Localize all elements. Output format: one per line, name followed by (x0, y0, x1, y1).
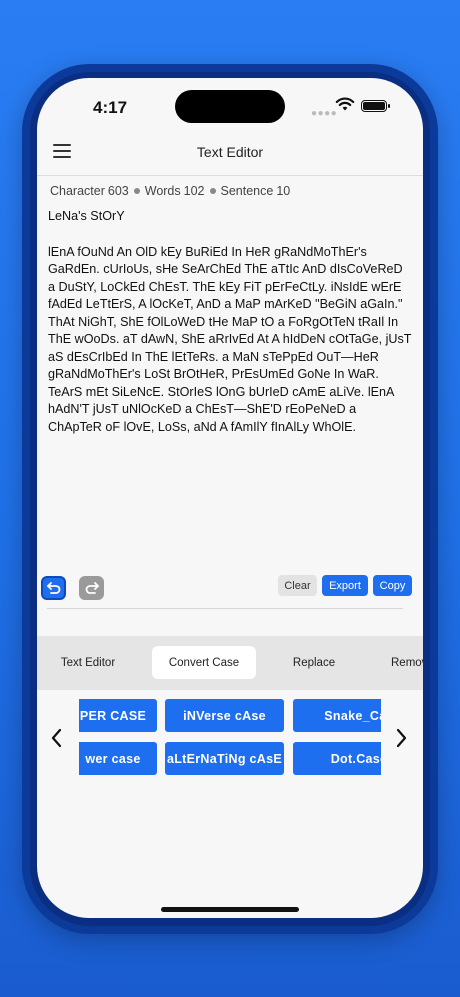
upper-case-button[interactable]: PER CASE (79, 699, 157, 732)
nav-bar: Text Editor (37, 134, 423, 176)
lower-case-label: wer case (85, 751, 141, 766)
dot-case-label: Dot.Case (330, 751, 381, 766)
character-count: 603 (107, 184, 129, 198)
cellular-signal-icon: ●●●● (311, 108, 338, 119)
page-title: Text Editor (196, 144, 264, 160)
case-button-carousel: PER CASE iNVerse cAse Snake_Cas wer case… (79, 698, 381, 778)
case-converter-panel: PER CASE iNVerse cAse Snake_Cas wer case… (37, 698, 423, 778)
inverse-case-label: iNVerse cAse (183, 708, 266, 723)
lower-case-button[interactable]: wer case (79, 742, 157, 775)
tab-remove[interactable]: Remov (391, 646, 423, 679)
snake-case-label: Snake_Cas (324, 708, 381, 723)
app-screen: 4:17 ●●●● Text Editor Character 603 Words 1… (37, 78, 423, 918)
redo-icon (85, 582, 99, 594)
separator-dot-icon (209, 188, 216, 194)
alternating-case-label: aLtErNaTiNg cAsE (166, 751, 283, 766)
character-label: Character (50, 184, 105, 198)
alternating-case-button[interactable]: aLtErNaTiNg cAsE (165, 742, 284, 775)
undo-button[interactable] (41, 576, 66, 600)
chevron-right-icon[interactable] (393, 726, 409, 750)
chevron-left-icon[interactable] (49, 726, 65, 750)
words-label: Words (144, 184, 181, 198)
tool-tab-bar: Text Editor Convert Case Replace Remov (37, 636, 423, 690)
status-bar: 4:17 ●●●● (37, 78, 423, 134)
wifi-icon (335, 97, 355, 111)
sentence-count: 10 (276, 184, 291, 198)
dynamic-island (175, 90, 285, 123)
tab-replace[interactable]: Replace (277, 646, 351, 679)
undo-icon (46, 582, 60, 594)
inverse-case-button[interactable]: iNVerse cAse (165, 699, 284, 732)
tab-text-editor[interactable]: Text Editor (49, 646, 127, 679)
words-count: 102 (183, 184, 205, 198)
copy-button[interactable]: Copy (373, 575, 412, 596)
dot-case-button[interactable]: Dot.Case (293, 742, 381, 775)
upper-case-label: PER CASE (79, 708, 147, 723)
battery-icon (361, 100, 390, 112)
home-indicator (161, 907, 299, 912)
sentence-label: Sentence (220, 184, 274, 198)
divider (47, 608, 403, 609)
separator-dot-icon (133, 188, 140, 194)
story-body: lEnA fOuNd An OlD kEy BuRiEd In HeR gRaN… (48, 244, 412, 434)
text-editor-area[interactable]: LeNa's StOrY lEnA fOuNd An OlD kEy BuRiE… (48, 208, 413, 436)
export-button[interactable]: Export (322, 575, 368, 596)
text-stats: Character 603 Words 102 Sentence 10 (50, 184, 290, 198)
snake-case-button[interactable]: Snake_Cas (293, 699, 381, 732)
clear-button[interactable]: Clear (278, 575, 317, 596)
status-time: 4:17 (93, 98, 128, 117)
tab-convert-case[interactable]: Convert Case (152, 646, 256, 679)
redo-button[interactable] (79, 576, 104, 600)
story-title: LeNa's StOrY (48, 209, 125, 223)
